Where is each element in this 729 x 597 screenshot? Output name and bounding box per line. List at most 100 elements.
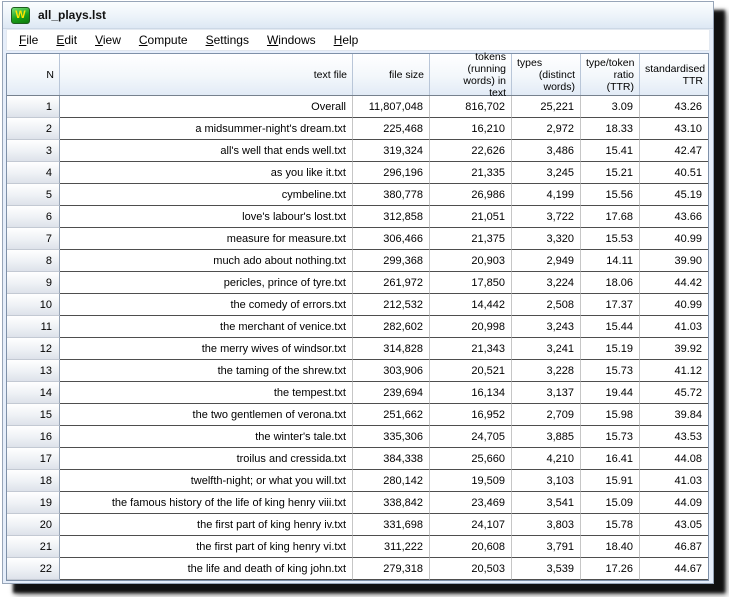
cell-types[interactable]: 3,722 — [512, 206, 581, 228]
cell-file_size[interactable]: 331,698 — [353, 514, 430, 536]
cell-ttr[interactable]: 15.56 — [581, 184, 640, 206]
cell-text_file[interactable]: the taming of the shrew.txt — [60, 360, 353, 382]
cell-file_size[interactable]: 319,324 — [353, 140, 430, 162]
cell-file_size[interactable]: 338,842 — [353, 492, 430, 514]
cell-types[interactable]: 2,972 — [512, 118, 581, 140]
row-number-cell[interactable]: 8 — [7, 250, 60, 272]
cell-sttr[interactable]: 45.19 — [640, 184, 708, 206]
row-number-cell[interactable]: 11 — [7, 316, 60, 338]
row-number-cell[interactable]: 17 — [7, 448, 60, 470]
row-number-cell[interactable]: 14 — [7, 382, 60, 404]
cell-tokens[interactable]: 16,134 — [430, 382, 512, 404]
cell-tokens[interactable]: 14,442 — [430, 294, 512, 316]
cell-types[interactable]: 25,221 — [512, 96, 581, 118]
cell-text_file[interactable]: as you like it.txt — [60, 162, 353, 184]
cell-tokens[interactable]: 17,850 — [430, 272, 512, 294]
cell-file_size[interactable]: 311,222 — [353, 536, 430, 558]
cell-tokens[interactable]: 20,503 — [430, 558, 512, 580]
cell-tokens[interactable]: 21,375 — [430, 228, 512, 250]
cell-file_size[interactable]: 282,602 — [353, 316, 430, 338]
cell-file_size[interactable]: 314,828 — [353, 338, 430, 360]
cell-types[interactable]: 3,245 — [512, 162, 581, 184]
cell-types[interactable]: 3,137 — [512, 382, 581, 404]
column-header-types[interactable]: types(distinctwords) — [512, 54, 581, 95]
cell-types[interactable]: 2,949 — [512, 250, 581, 272]
column-header-ttr[interactable]: type/tokenratio(TTR) — [581, 54, 640, 95]
cell-types[interactable]: 3,241 — [512, 338, 581, 360]
cell-types[interactable]: 3,320 — [512, 228, 581, 250]
menu-item-view[interactable]: View — [86, 31, 130, 49]
cell-text_file[interactable]: much ado about nothing.txt — [60, 250, 353, 272]
menu-item-windows[interactable]: Windows — [258, 31, 325, 49]
cell-types[interactable]: 3,803 — [512, 514, 581, 536]
cell-sttr[interactable]: 40.99 — [640, 228, 708, 250]
cell-sttr[interactable]: 43.53 — [640, 426, 708, 448]
cell-ttr[interactable]: 3.09 — [581, 96, 640, 118]
row-number-cell[interactable]: 12 — [7, 338, 60, 360]
row-number-cell[interactable]: 6 — [7, 206, 60, 228]
cell-tokens[interactable]: 21,335 — [430, 162, 512, 184]
row-number-cell[interactable]: 16 — [7, 426, 60, 448]
cell-ttr[interactable]: 15.78 — [581, 514, 640, 536]
cell-tokens[interactable]: 19,509 — [430, 470, 512, 492]
cell-sttr[interactable]: 41.03 — [640, 316, 708, 338]
cell-ttr[interactable]: 18.06 — [581, 272, 640, 294]
column-header-text_file[interactable]: text file — [60, 54, 353, 95]
cell-tokens[interactable]: 20,903 — [430, 250, 512, 272]
cell-ttr[interactable]: 16.41 — [581, 448, 640, 470]
cell-tokens[interactable]: 20,608 — [430, 536, 512, 558]
cell-file_size[interactable]: 312,858 — [353, 206, 430, 228]
cell-text_file[interactable]: twelfth-night; or what you will.txt — [60, 470, 353, 492]
cell-sttr[interactable]: 40.51 — [640, 162, 708, 184]
column-header-tokens[interactable]: tokens (runningwords) intext — [430, 54, 512, 95]
row-number-cell[interactable]: 18 — [7, 470, 60, 492]
cell-ttr[interactable]: 15.19 — [581, 338, 640, 360]
column-header-sttr[interactable]: standardisedTTR — [640, 54, 708, 95]
cell-text_file[interactable]: cymbeline.txt — [60, 184, 353, 206]
cell-text_file[interactable]: the two gentlemen of verona.txt — [60, 404, 353, 426]
cell-file_size[interactable]: 299,368 — [353, 250, 430, 272]
cell-sttr[interactable]: 46.87 — [640, 536, 708, 558]
cell-ttr[interactable]: 15.53 — [581, 228, 640, 250]
cell-text_file[interactable]: a midsummer-night's dream.txt — [60, 118, 353, 140]
cell-tokens[interactable]: 21,051 — [430, 206, 512, 228]
cell-ttr[interactable]: 15.44 — [581, 316, 640, 338]
cell-text_file[interactable]: the comedy of errors.txt — [60, 294, 353, 316]
cell-sttr[interactable]: 41.12 — [640, 360, 708, 382]
cell-ttr[interactable]: 15.21 — [581, 162, 640, 184]
cell-sttr[interactable]: 45.72 — [640, 382, 708, 404]
cell-types[interactable]: 2,709 — [512, 404, 581, 426]
cell-sttr[interactable]: 44.08 — [640, 448, 708, 470]
cell-file_size[interactable]: 279,318 — [353, 558, 430, 580]
cell-tokens[interactable]: 24,705 — [430, 426, 512, 448]
cell-tokens[interactable]: 816,702 — [430, 96, 512, 118]
cell-ttr[interactable]: 19.44 — [581, 382, 640, 404]
row-number-cell[interactable]: 10 — [7, 294, 60, 316]
row-number-cell[interactable]: 7 — [7, 228, 60, 250]
cell-text_file[interactable]: all's well that ends well.txt — [60, 140, 353, 162]
cell-types[interactable]: 3,224 — [512, 272, 581, 294]
cell-types[interactable]: 4,210 — [512, 448, 581, 470]
cell-tokens[interactable]: 24,107 — [430, 514, 512, 536]
cell-ttr[interactable]: 15.73 — [581, 360, 640, 382]
cell-file_size[interactable]: 251,662 — [353, 404, 430, 426]
cell-tokens[interactable]: 20,998 — [430, 316, 512, 338]
cell-types[interactable]: 3,103 — [512, 470, 581, 492]
cell-sttr[interactable]: 44.42 — [640, 272, 708, 294]
row-number-cell[interactable]: 15 — [7, 404, 60, 426]
cell-sttr[interactable]: 43.26 — [640, 96, 708, 118]
row-number-cell[interactable]: 2 — [7, 118, 60, 140]
cell-ttr[interactable]: 17.26 — [581, 558, 640, 580]
menu-item-edit[interactable]: Edit — [47, 31, 86, 49]
cell-text_file[interactable]: measure for measure.txt — [60, 228, 353, 250]
cell-sttr[interactable]: 39.92 — [640, 338, 708, 360]
cell-sttr[interactable]: 43.10 — [640, 118, 708, 140]
row-number-cell[interactable]: 3 — [7, 140, 60, 162]
row-number-cell[interactable]: 19 — [7, 492, 60, 514]
menu-item-compute[interactable]: Compute — [130, 31, 197, 49]
cell-text_file[interactable]: Overall — [60, 96, 353, 118]
cell-sttr[interactable]: 41.03 — [640, 470, 708, 492]
cell-tokens[interactable]: 22,626 — [430, 140, 512, 162]
cell-sttr[interactable]: 40.99 — [640, 294, 708, 316]
column-header-n[interactable]: N — [7, 54, 60, 95]
